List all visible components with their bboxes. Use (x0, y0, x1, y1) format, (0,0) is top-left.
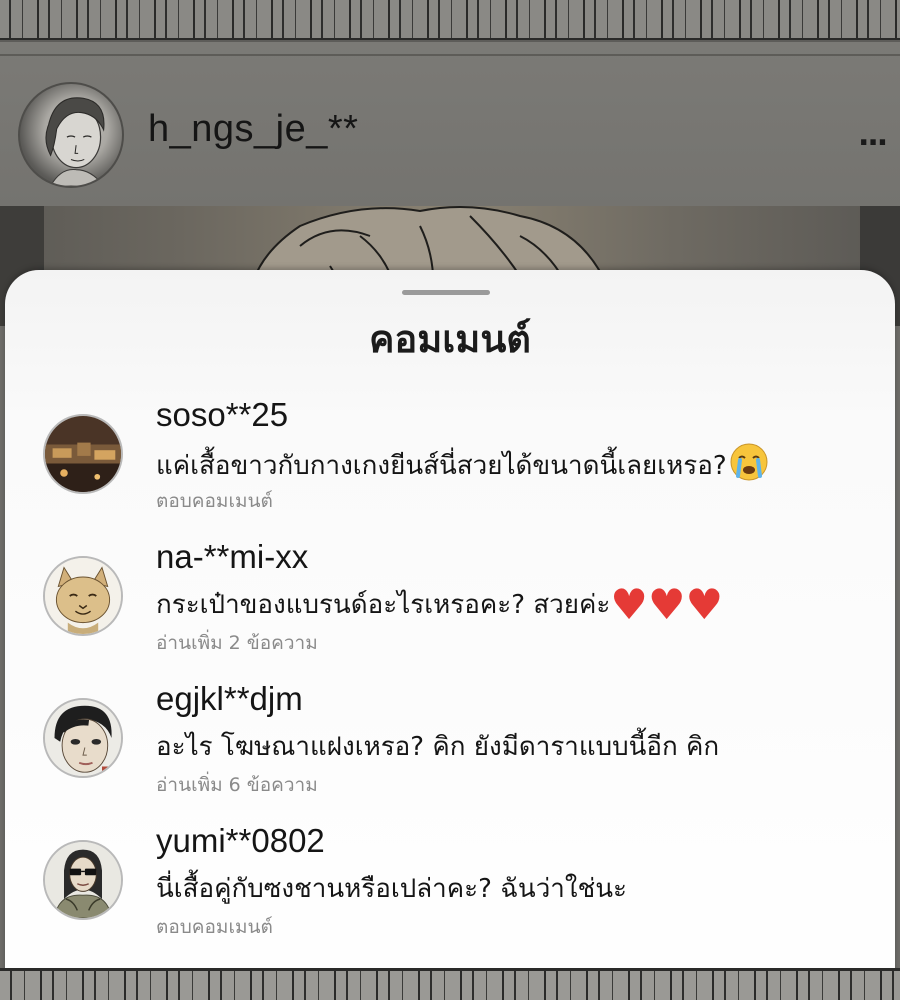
top-border-stripes (0, 0, 900, 40)
commenter-username[interactable]: na-**mi-xx (156, 538, 308, 576)
comment-text-body: กระเป๋าของแบรนด์อะไรเหรอคะ? สวยค่ะ (156, 590, 611, 620)
commenter-username[interactable]: egjkl**djm (156, 680, 303, 718)
comment-text: กระเป๋าของแบรนด์อะไรเหรอคะ? สวยค่ะ♥♥♥ (156, 584, 723, 626)
post-author-username[interactable]: h_ngs_je_** (148, 108, 358, 151)
commenter-avatar[interactable] (43, 840, 123, 920)
comment-text: แค่เสื้อขาวกับกางเกงยีนส์นี่สวยได้ขนาดนี… (156, 442, 769, 489)
comic-panel: h_ngs_je_** ... คอมเมนต์ soso**25 แค่เสื… (0, 0, 900, 1000)
commenter-avatar[interactable] (43, 698, 123, 778)
comment-item: soso**25 แค่เสื้อขาวกับกางเกงยีนส์นี่สวย… (5, 396, 895, 526)
comment-text: อะไร โฆษณาแฝงเหรอ? คิก ยังมีดาราแบบนี้อี… (156, 732, 720, 762)
more-options-icon[interactable]: ... (858, 118, 900, 158)
comment-item: yumi**0802 นี่เสื้อคู่กับซงชานหรือเปล่าค… (5, 822, 895, 952)
comment-text: นี่เสื้อคู่กับซงชานหรือเปล่าคะ? ฉันว่าใช… (156, 874, 627, 904)
read-more-link[interactable]: อ่านเพิ่ม 2 ข้อความ (156, 628, 318, 658)
comment-item: egjkl**djm อะไร โฆษณาแฝงเหรอ? คิก ยังมีด… (5, 680, 895, 810)
crying-face-emoji-icon (729, 442, 769, 489)
commenter-username[interactable]: soso**25 (156, 396, 288, 434)
bottom-border-stripes (0, 968, 900, 1000)
comment-item: na-**mi-xx กระเป๋าของแบรนด์อะไรเหรอคะ? ส… (5, 538, 895, 668)
comment-text-body: แค่เสื้อขาวกับกางเกงยีนส์นี่สวยได้ขนาดนี… (156, 451, 727, 481)
read-more-link[interactable]: อ่านเพิ่ม 6 ข้อความ (156, 770, 318, 800)
reply-link[interactable]: ตอบคอมเมนต์ (156, 486, 273, 516)
post-author-avatar[interactable] (18, 82, 124, 188)
hearts-icon: ♥♥♥ (610, 580, 724, 629)
post-header (0, 40, 900, 208)
commenter-username[interactable]: yumi**0802 (156, 822, 325, 860)
comments-sheet: คอมเมนต์ soso**25 แค่เสื้อขาวกับกางเกงยี… (5, 270, 895, 1000)
header-divider (0, 54, 900, 56)
reply-link[interactable]: ตอบคอมเมนต์ (156, 912, 273, 942)
sheet-title: คอมเมนต์ (369, 317, 531, 361)
sheet-drag-handle[interactable] (402, 290, 490, 295)
commenter-avatar[interactable] (43, 414, 123, 494)
commenter-avatar[interactable] (43, 556, 123, 636)
